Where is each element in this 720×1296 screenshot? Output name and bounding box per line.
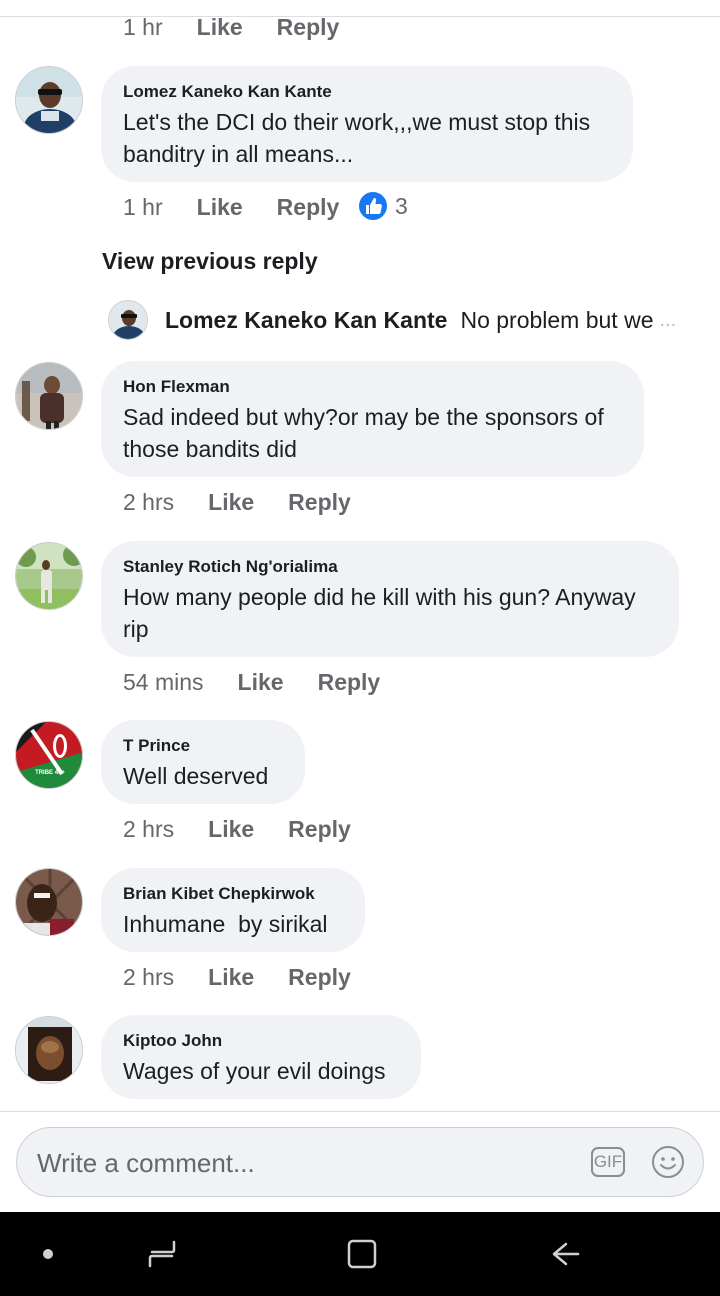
commenter-name[interactable]: Hon Flexman	[123, 377, 622, 397]
comment-time[interactable]: 2 hrs	[123, 964, 174, 991]
back-arrow-icon	[552, 1242, 580, 1266]
top-divider	[0, 16, 720, 17]
comment-time[interactable]: 2 hrs	[123, 816, 174, 843]
gif-button[interactable]: GIF	[591, 1147, 625, 1177]
nav-dot[interactable]	[28, 1212, 68, 1296]
like-link[interactable]: Like	[208, 489, 254, 516]
thumbs-up-icon	[357, 190, 389, 222]
comment-time[interactable]: 1 hr	[123, 194, 163, 221]
avatar[interactable]	[108, 300, 148, 340]
comment-time[interactable]: 1 hr	[123, 14, 163, 41]
avatar[interactable]	[15, 66, 83, 134]
comment-time[interactable]: 54 mins	[123, 669, 204, 696]
back-button[interactable]	[542, 1212, 586, 1296]
avatar[interactable]	[15, 1016, 83, 1084]
comment-text: Sad indeed but why?or may be the sponsor…	[123, 401, 622, 465]
comment-text-line: Let's the DCI do their work,,,we must st…	[123, 109, 591, 135]
comment-text-line: Sad indeed but why?or may be the sponsor…	[123, 404, 604, 430]
comment-text-line: banditry in all means...	[123, 141, 354, 167]
comment-input[interactable]	[35, 1128, 579, 1198]
comment-text: Let's the DCI do their work,,,we must st…	[123, 106, 611, 170]
commenter-name[interactable]: Lomez Kaneko Kan Kante	[123, 82, 611, 102]
avatar[interactable]	[15, 362, 83, 430]
avatar[interactable]	[15, 868, 83, 936]
dot-icon	[43, 1249, 53, 1259]
composer-divider	[0, 1111, 720, 1112]
like-link[interactable]: Like	[197, 194, 243, 221]
reply-link[interactable]: Reply	[288, 489, 351, 516]
comment-meta-row: 1 hr Like Reply	[123, 194, 339, 221]
comment-composer[interactable]: GIF	[16, 1127, 704, 1198]
reply-link[interactable]: Reply	[277, 14, 340, 41]
reply-link[interactable]: Reply	[318, 669, 381, 696]
avatar[interactable]: TRIBE 43+	[15, 721, 83, 789]
commenter-name[interactable]: T Prince	[123, 736, 283, 756]
comment-text-line: Inhumane by sirikal	[123, 911, 328, 937]
comment-text-line: Well deserved	[123, 763, 269, 789]
comment-bubble[interactable]: Lomez Kaneko Kan Kante Let's the DCI do …	[101, 66, 633, 182]
comment-bubble[interactable]: T Prince Well deserved	[101, 720, 305, 804]
reply-preview[interactable]: Lomez Kaneko Kan Kante No problem but we…	[108, 300, 676, 340]
comment-bubble[interactable]: Brian Kibet Chepkirwok Inhumane by sirik…	[101, 868, 365, 952]
comment-bubble[interactable]: Kiptoo John Wages of your evil doings	[101, 1015, 421, 1099]
reply-link[interactable]: Reply	[288, 964, 351, 991]
avatar[interactable]	[15, 542, 83, 610]
comment-bubble[interactable]: Hon Flexman Sad indeed but why?or may be…	[101, 361, 644, 477]
like-link[interactable]: Like	[208, 816, 254, 843]
view-previous-reply-link[interactable]: View previous reply	[102, 248, 318, 275]
comment-text: Well deserved	[123, 760, 283, 792]
home-icon	[347, 1239, 377, 1269]
like-link[interactable]: Like	[238, 669, 284, 696]
avatar-caption: TRIBE 43+	[35, 770, 65, 776]
comment-time[interactable]: 2 hrs	[123, 489, 174, 516]
like-link[interactable]: Like	[197, 14, 243, 41]
like-link[interactable]: Like	[208, 964, 254, 991]
reply-ellipsis: ...	[659, 308, 677, 331]
comment-text: How many people did he kill with his gun…	[123, 581, 657, 645]
reply-link[interactable]: Reply	[277, 194, 340, 221]
emoji-icon[interactable]	[651, 1145, 685, 1179]
comment-meta-row: 2 hrs Like Reply	[123, 816, 351, 843]
comment-meta-row: 1 hr Like Reply	[123, 14, 339, 41]
reply-author-name[interactable]: Lomez Kaneko Kan Kante	[165, 307, 447, 334]
comment-meta-row: 2 hrs Like Reply	[123, 964, 351, 991]
commenter-name[interactable]: Stanley Rotich Ng'orialima	[123, 557, 657, 577]
system-nav-bar	[0, 1212, 720, 1296]
comment-bubble[interactable]: Stanley Rotich Ng'orialima How many peop…	[101, 541, 679, 657]
home-button[interactable]	[340, 1212, 384, 1296]
comment-meta-row: 2 hrs Like Reply	[123, 489, 351, 516]
comment-text: Wages of your evil doings	[123, 1055, 399, 1087]
reaction-summary[interactable]: 3	[357, 190, 408, 222]
recent-apps-button[interactable]	[140, 1212, 184, 1296]
reaction-count: 3	[395, 192, 408, 219]
comment-text-line: those bandits did	[123, 436, 297, 462]
comment-text-line: rip	[123, 616, 149, 642]
comment-text: Inhumane by sirikal	[123, 908, 343, 940]
recent-apps-icon	[148, 1240, 176, 1268]
reply-link[interactable]: Reply	[288, 816, 351, 843]
comment-text-line: Wages of your evil doings	[123, 1058, 386, 1084]
comment-text-line: How many people did he kill with his gun…	[123, 584, 636, 610]
commenter-name[interactable]: Kiptoo John	[123, 1031, 399, 1051]
comment-meta-row: 54 mins Like Reply	[123, 669, 380, 696]
reply-snippet: No problem but we	[460, 306, 654, 333]
commenter-name[interactable]: Brian Kibet Chepkirwok	[123, 884, 343, 904]
